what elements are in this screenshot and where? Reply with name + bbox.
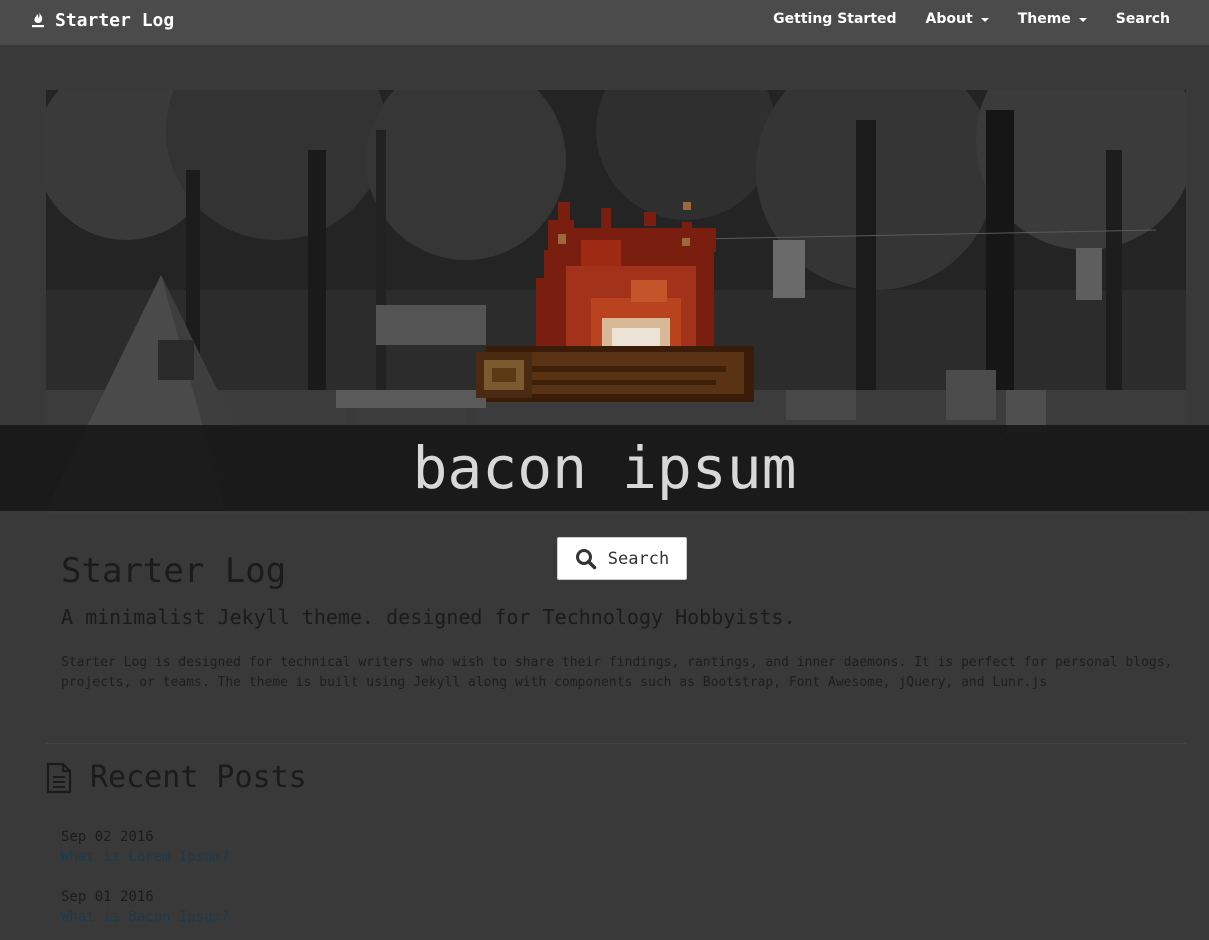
- brand-label: Starter Log: [55, 9, 175, 31]
- recent-posts-title: Recent Posts: [90, 760, 307, 795]
- search-icon: [575, 548, 597, 569]
- post-item: Sep 02 2016 What is Lorem Ipsum?: [61, 827, 230, 867]
- document-icon: [46, 762, 72, 793]
- post-date: Sep 01 2016: [61, 889, 154, 905]
- post-link[interactable]: What is Lorem Ipsum?: [61, 847, 230, 867]
- flame-icon: [32, 12, 44, 28]
- search-input[interactable]: [0, 425, 1209, 511]
- nav-getting-started[interactable]: Getting Started: [773, 11, 896, 27]
- recent-posts-header: Recent Posts: [46, 760, 307, 795]
- nav-about-label: About: [925, 11, 973, 27]
- navbar: Starter Log Getting Started About Theme …: [0, 0, 1209, 46]
- nav-theme-label: Theme: [1017, 11, 1071, 27]
- brand-link[interactable]: Starter Log: [30, 8, 174, 32]
- site-subtitle: A minimalist Jekyll theme. designed for …: [61, 605, 796, 629]
- nav-about-dropdown[interactable]: About: [926, 11, 989, 27]
- search-overlay: [0, 425, 1209, 511]
- site-title: Starter Log: [61, 551, 287, 591]
- nav-search-label: Search: [1115, 11, 1170, 27]
- nav-links: Getting Started About Theme Search: [744, 0, 1170, 38]
- site-description: Starter Log is designed for technical wr…: [61, 655, 1173, 690]
- post-item: Sep 01 2016 What is Bacon Ipsum?: [61, 887, 230, 927]
- search-button-label: Search: [607, 548, 670, 569]
- search-button[interactable]: Search: [557, 537, 687, 580]
- nav-getting-started-label: Getting Started: [773, 11, 897, 27]
- caret-down-icon: [1078, 17, 1087, 22]
- caret-down-icon: [980, 17, 989, 22]
- section-divider: [46, 743, 1186, 744]
- nav-search[interactable]: Search: [1116, 11, 1170, 27]
- nav-theme-dropdown[interactable]: Theme: [1018, 11, 1087, 27]
- post-link[interactable]: What is Bacon Ipsum?: [61, 907, 230, 927]
- post-date: Sep 02 2016: [61, 829, 154, 845]
